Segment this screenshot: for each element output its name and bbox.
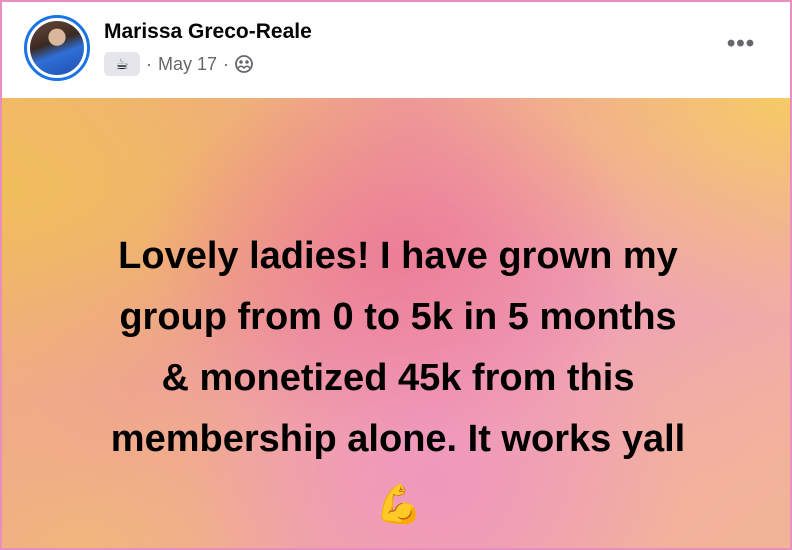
post-date[interactable]: May 17 [158, 54, 217, 75]
more-options-button[interactable]: ••• [726, 30, 756, 57]
profile-photo [30, 21, 84, 75]
coffee-cup-icon[interactable]: ☕ [104, 52, 140, 76]
post-header: Marissa Greco-Reale ☕ · May 17 · ••• [2, 2, 790, 98]
flexed-biceps-icon: 💪 [375, 484, 423, 526]
meta-separator-2: · [223, 53, 230, 74]
avatar[interactable] [24, 15, 90, 81]
author-name[interactable]: Marissa Greco-Reale [104, 20, 312, 44]
meta-separator: · [146, 53, 152, 74]
members-icon[interactable] [235, 55, 253, 73]
post-text-line: & monetized 45k from this [161, 357, 635, 399]
post-text-line: group from 0 to 5k in 5 months [119, 296, 677, 338]
post-card: Marissa Greco-Reale ☕ · May 17 · ••• Lov… [0, 0, 792, 550]
post-text: Lovely ladies! I have grown my group fro… [32, 226, 764, 470]
post-text-line: membership alone. It works yall [110, 418, 686, 460]
post-meta: ☕ · May 17 · [104, 52, 253, 76]
post-text-line: Lovely ladies! I have grown my [118, 235, 678, 277]
